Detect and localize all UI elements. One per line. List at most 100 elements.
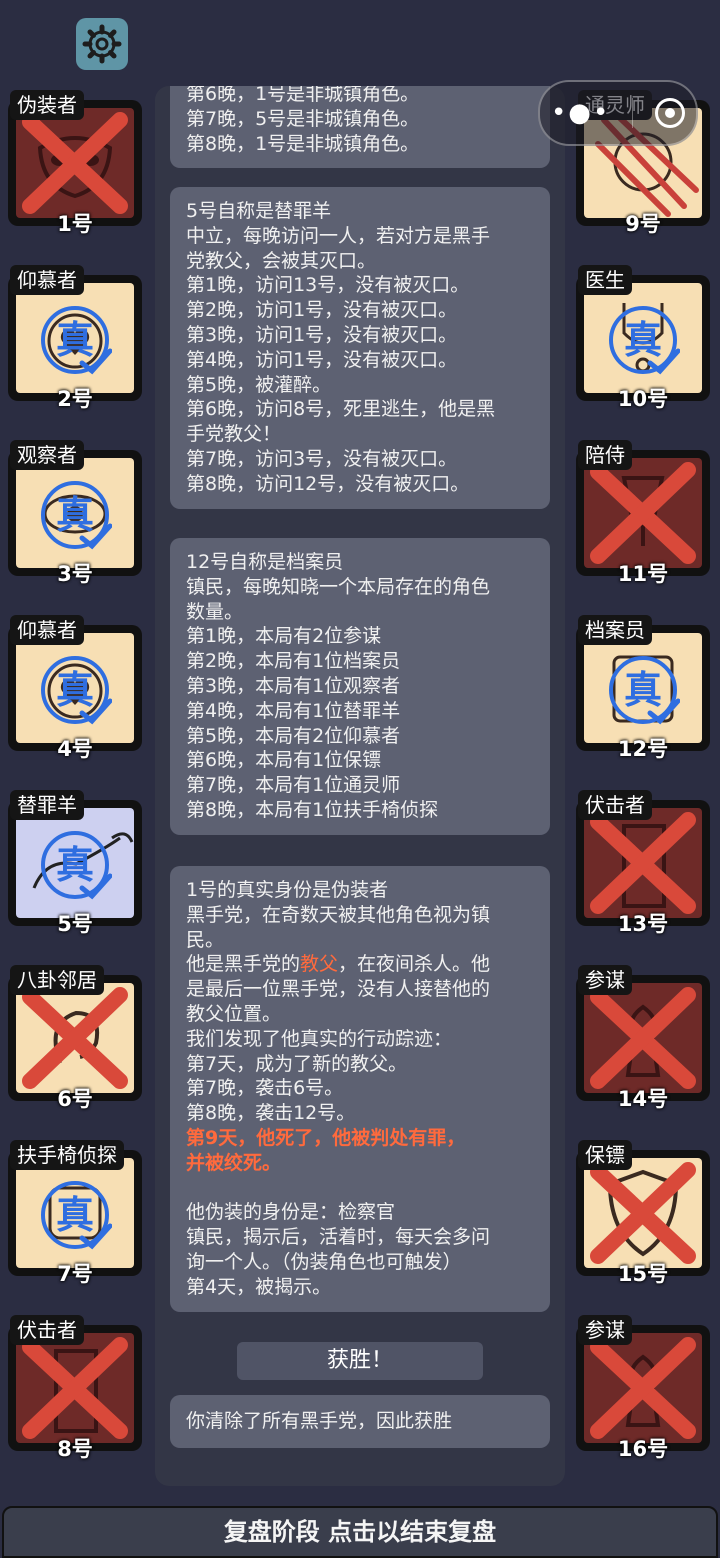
role-label: 参谋: [578, 965, 632, 995]
player-card-3[interactable]: 真 观察者 3号: [8, 440, 142, 586]
log-line: 手党教父！: [186, 423, 282, 446]
log-line: 数量。: [186, 600, 244, 623]
log-line: 第4晚，本局有1位替罪羊: [186, 699, 401, 722]
log-line: 镇民，揭示后，活着时，每天会多问: [186, 1226, 491, 1249]
stamp-text: 真: [55, 668, 94, 712]
cross-mark-icon: [590, 812, 696, 914]
log-line: 第4天，被揭示。: [186, 1275, 332, 1298]
more-dots-icon[interactable]: •●•: [551, 100, 610, 126]
seat-number: 5号: [57, 912, 93, 936]
role-label: 八卦邻居: [10, 965, 104, 995]
log-line: 第2晚，本局有1位档案员: [186, 650, 401, 673]
stamp-text: 真: [623, 668, 662, 712]
player-card-13[interactable]: 伏击者 13号: [576, 790, 710, 936]
log-line: 第3晚，访问1号，没有被灭口。: [186, 323, 458, 346]
log-line: 黑手党，在奇数天被其他角色视为镇: [186, 903, 491, 926]
log-entry-true-identity: 1号的真实身份是伪装者 黑手党，在奇数天被其他角色视为镇 民。 他是黑手党的教父…: [170, 866, 550, 1312]
seat-number: 6号: [57, 1087, 93, 1111]
seat-number: 3号: [57, 562, 93, 586]
player-card-15[interactable]: 保镖 15号: [576, 1140, 710, 1286]
player-card-10[interactable]: 真 医生 10号: [576, 265, 710, 411]
role-label: 陪侍: [578, 440, 632, 470]
log-line: 第4晚，访问1号，没有被灭口。: [186, 348, 458, 371]
player-card-11[interactable]: 陪侍 11号: [576, 440, 710, 586]
seat-number: 7号: [57, 1262, 93, 1286]
log-line: 镇民，每晚知晓一个本局存在的角色: [186, 575, 491, 598]
end-review-button[interactable]: 复盘阶段 点击以结束复盘: [2, 1506, 718, 1558]
log-line: 我们发现了他真实的行动踪迹：: [186, 1027, 453, 1050]
cross-mark-icon: [590, 1337, 696, 1439]
player-card-16[interactable]: 参谋 16号: [576, 1315, 710, 1461]
victory-banner: 获胜！: [237, 1342, 483, 1380]
cross-mark-icon: [22, 112, 128, 214]
seat-number: 9号: [625, 212, 661, 236]
log-line: 你清除了所有黑手党，因此获胜: [186, 1410, 453, 1432]
cross-mark-icon: [22, 1337, 128, 1439]
player-card-7[interactable]: 真 扶手椅侦探 7号: [8, 1140, 142, 1286]
log-line: 第8晚，访问12号，没有被灭口。: [186, 472, 470, 495]
seat-number: 4号: [57, 737, 93, 761]
stamp-text: 真: [55, 843, 94, 887]
player-card-5[interactable]: 真 替罪羊 5号: [8, 790, 142, 936]
death-line: 第9天，他死了，他被判处有罪，: [186, 1126, 466, 1149]
log-line: 第8晚，本局有1位扶手椅侦探: [186, 798, 439, 821]
log-line: 第5晚，被灌醉。: [186, 373, 332, 396]
player-card-1[interactable]: 伪装者 1号: [8, 90, 142, 236]
cross-mark-icon: [22, 987, 128, 1089]
log-line: 第6晚，1号是非城镇角色。: [186, 86, 420, 105]
close-circle-icon[interactable]: [655, 98, 686, 128]
role-label: 伪装者: [10, 90, 84, 120]
log-line: 询一个人。（伪装角色也可触发）: [186, 1250, 462, 1273]
seat-number: 11号: [617, 562, 669, 586]
mini-program-capsule: •●•: [538, 80, 698, 146]
seat-number: 1号: [57, 212, 93, 236]
log-line: 第7晚，本局有1位通灵师: [186, 774, 401, 797]
log-text: ，在夜间杀人。他: [338, 953, 491, 976]
cross-mark-icon: [590, 1162, 696, 1264]
death-line: 并被绞死。: [186, 1151, 282, 1174]
log-line: 1号的真实身份是伪装者: [186, 879, 389, 901]
log-line: 第7晚，袭击6号。: [186, 1077, 344, 1100]
log-line: 第7天，成为了新的教父。: [186, 1052, 408, 1075]
player-card-2[interactable]: 真 仰慕者 2号: [8, 265, 142, 411]
seat-number: 12号: [617, 737, 669, 761]
role-label: 扶手椅侦探: [10, 1140, 124, 1170]
highlight-godfather: 教父: [300, 953, 339, 976]
player-card-12[interactable]: 真 档案员 12号: [576, 615, 710, 761]
seat-number: 14号: [617, 1087, 669, 1111]
role-label: 医生: [578, 265, 632, 295]
settings-button[interactable]: [76, 18, 128, 70]
player-card-8[interactable]: 伏击者 8号: [8, 1315, 142, 1461]
stamp-text: 真: [55, 493, 94, 537]
stamp-text: 真: [623, 318, 662, 362]
log-text: 他是黑手党的: [186, 953, 301, 976]
role-label: 仰慕者: [10, 265, 84, 295]
seat-number: 16号: [617, 1437, 669, 1461]
log-line: 第7晚，5号是非城镇角色。: [186, 107, 420, 130]
role-label: 参谋: [578, 1315, 632, 1345]
log-line: 中立，每晚访问一人，若对方是黑手: [186, 224, 491, 247]
seat-number: 2号: [57, 387, 93, 411]
player-card-14[interactable]: 参谋 14号: [576, 965, 710, 1111]
log-line: 第8晚，1号是非城镇角色。: [186, 132, 420, 155]
cross-mark-icon: [590, 462, 696, 564]
log-line: 12号自称是档案员: [186, 551, 344, 573]
log-line: 教父位置。: [186, 1002, 282, 1025]
role-label: 伏击者: [578, 790, 652, 820]
log-entry-result: 你清除了所有黑手党，因此获胜: [170, 1395, 550, 1448]
cross-mark-icon: [590, 987, 696, 1089]
seat-number: 13号: [617, 912, 669, 936]
role-label: 伏击者: [10, 1315, 84, 1345]
player-card-6[interactable]: 八卦邻居 6号: [8, 965, 142, 1111]
log-entry-archivist: 12号自称是档案员 镇民，每晚知晓一个本局存在的角色 数量。 第1晚，本局有2位…: [170, 538, 550, 835]
log-line: 5号自称是替罪羊: [186, 200, 332, 222]
seat-number: 10号: [617, 387, 669, 411]
player-card-4[interactable]: 真 仰慕者 4号: [8, 615, 142, 761]
log-line: 第1晚，本局有2位参谋: [186, 625, 382, 648]
log-line: 第5晚，本局有2位仰慕者: [186, 724, 401, 747]
review-log-panel[interactable]: 第6晚，1号是非城镇角色。 第7晚，5号是非城镇角色。 第8晚，1号是非城镇角色…: [155, 86, 565, 1486]
log-line: 第6晚，本局有1位保镖: [186, 749, 382, 772]
role-label: 档案员: [578, 615, 652, 645]
role-label: 保镖: [578, 1140, 632, 1170]
role-label: 替罪羊: [10, 790, 84, 820]
